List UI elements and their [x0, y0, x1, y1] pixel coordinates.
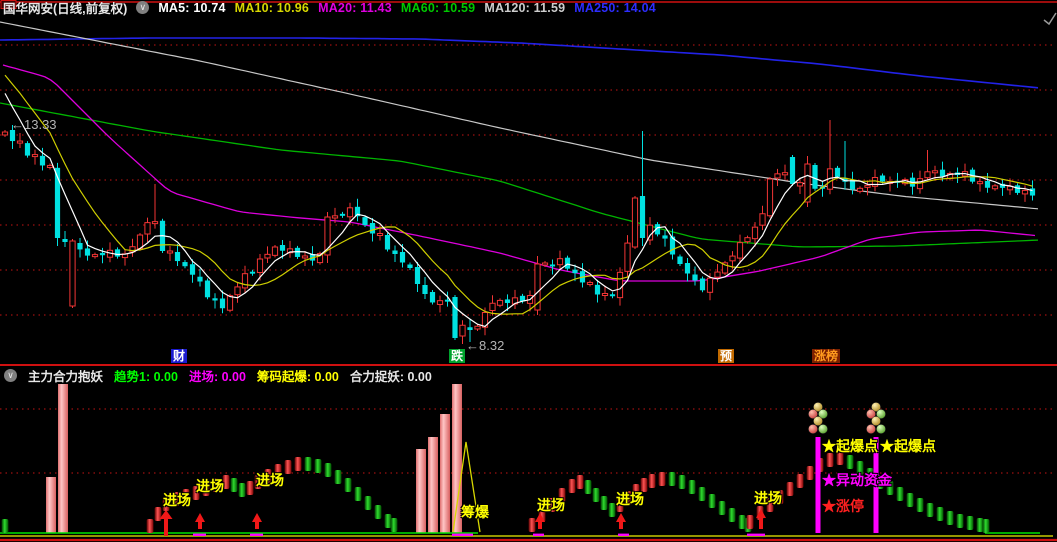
indicator-legend-item: 进场: 0.00	[188, 369, 246, 384]
trend-bead-snake	[1, 451, 990, 533]
fund-bar	[416, 449, 426, 533]
ma-legend-item: MA10: 10.96	[234, 0, 310, 15]
signal-ball-cluster	[813, 416, 823, 426]
entry-signal-label: 进场	[163, 492, 191, 508]
price-and-indicator-chart[interactable]	[0, 0, 1057, 542]
signal-ball-cluster	[808, 424, 818, 434]
chart-badge[interactable]: 财	[171, 349, 188, 363]
scroll-chevron-icon	[1043, 12, 1057, 26]
ma250-line	[0, 37, 1039, 89]
entry-signal-label: 进场	[196, 478, 224, 494]
ma-legend-item: MA60: 10.59	[400, 0, 476, 15]
ignition-event-line	[815, 437, 821, 533]
indicator-legend-item: 合力捉妖: 0.00	[349, 369, 432, 384]
chart-badge[interactable]: 预	[718, 349, 735, 363]
chip-burst-label: 筹爆	[461, 504, 489, 520]
indicator-title[interactable]: 主力合力抱妖	[28, 366, 103, 385]
indicator-legend-item: 趋势1: 0.00	[114, 369, 178, 384]
entry-zero-dash	[452, 533, 473, 536]
entry-zero-dash	[250, 533, 263, 536]
trading-app-window: 国华网安(日线,前复权) ∨ MA5: 10.74 MA10: 10.96 MA20…	[0, 0, 1057, 542]
fund-bar	[440, 414, 450, 533]
entry-arrow-icon	[159, 510, 173, 519]
entry-arrow-icon	[195, 513, 205, 522]
ma20-line	[2, 64, 1036, 282]
entry-arrow-icon	[616, 513, 626, 522]
unusual-funds-label: ★异动资金	[822, 472, 892, 488]
entry-zero-dash	[193, 533, 206, 536]
entry-signal-label: 进场	[256, 472, 284, 488]
limit-up-label: ★涨停	[822, 498, 864, 514]
fund-bar	[428, 437, 438, 533]
entry-zero-dash	[618, 533, 629, 536]
chart-badge[interactable]: 跌	[449, 349, 466, 363]
fund-bar	[58, 384, 68, 533]
entry-arrow-icon	[252, 513, 262, 522]
entry-zero-dash	[747, 533, 765, 536]
indicator-chevron-icon[interactable]: ∨	[4, 368, 17, 382]
ma5-line	[4, 93, 1033, 328]
high-price-label: ←13.33	[11, 117, 57, 132]
entry-arrow-icon	[538, 521, 542, 529]
main-chart-header: 国华网安(日线,前复权) ∨ MA5: 10.74 MA10: 10.96 MA20…	[3, 0, 665, 17]
ma-legend-item: MA5: 10.74	[158, 0, 226, 15]
ignition-point-label: ★起爆点	[880, 438, 936, 454]
entry-arrow-icon	[759, 517, 763, 529]
sub-chart-header: ∨ 主力合力抱妖 趋势1: 0.00 进场: 0.00 筹码起爆: 0.00 合力捉妖…	[4, 366, 443, 385]
ma10-line	[4, 74, 1033, 315]
signal-ball-cluster	[866, 424, 876, 434]
entry-arrow-icon	[164, 518, 168, 536]
signal-ball-cluster	[876, 424, 886, 434]
fund-bar	[46, 477, 56, 533]
entry-arrow-icon	[198, 521, 202, 529]
ma-legend-item: MA20: 11.43	[318, 0, 392, 15]
ignition-point-label: ★起爆点	[822, 438, 878, 454]
ma-legend-item: MA250: 14.04	[574, 0, 656, 15]
indicator-legend-item: 筹码起爆: 0.00	[256, 369, 339, 384]
entry-arrow-icon	[255, 521, 259, 529]
stock-title[interactable]: 国华网安(日线,前复权)	[3, 0, 127, 17]
entry-arrow-icon	[619, 521, 623, 529]
entry-zero-dash	[533, 533, 544, 536]
indicator-values: 趋势1: 0.00 进场: 0.00 筹码起爆: 0.00 合力捉妖: 0.00	[114, 366, 443, 385]
signal-ball-cluster	[818, 424, 828, 434]
entry-signal-label: 进场	[537, 497, 565, 513]
candlestick-series	[1, 120, 1036, 344]
entry-signal-label: 进场	[616, 491, 644, 507]
entry-signal-label: 进场	[754, 490, 782, 506]
signal-ball-cluster	[871, 416, 881, 426]
ma-legend-item: MA120: 11.59	[484, 0, 566, 15]
collapse-chevron-icon[interactable]: ∨	[136, 1, 150, 14]
low-price-label: ←8.32	[466, 338, 505, 353]
chart-badge[interactable]: 涨榜	[812, 349, 841, 363]
ma-legend: MA5: 10.74 MA10: 10.96 MA20: 11.43 MA60: 10…	[158, 1, 665, 15]
